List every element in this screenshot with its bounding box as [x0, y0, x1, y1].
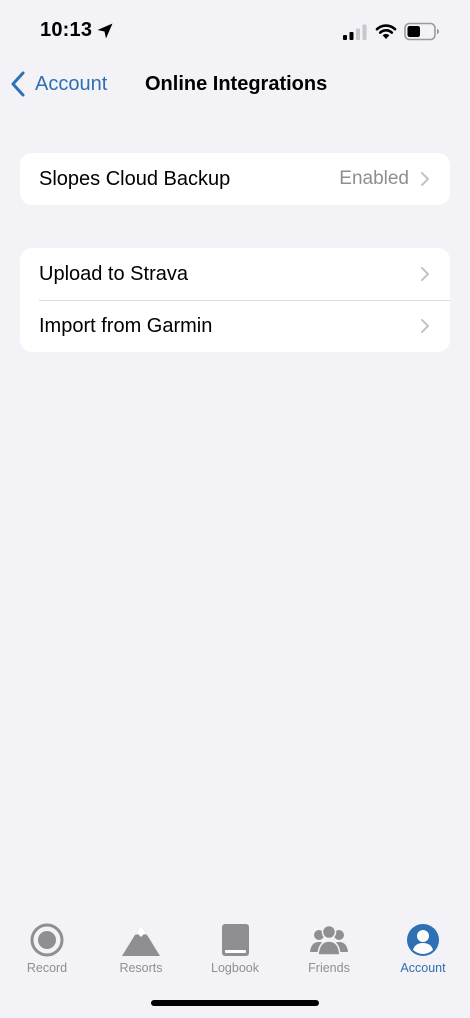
- row-value: Enabled: [339, 168, 409, 189]
- import-from-garmin-row[interactable]: Import from Garmin: [20, 300, 450, 352]
- status-time: 10:13: [40, 19, 93, 41]
- row-label: Upload to Strava: [39, 262, 188, 285]
- tab-account[interactable]: Account: [376, 922, 470, 980]
- page-title: Online Integrations: [145, 73, 328, 95]
- battery-icon: [404, 22, 439, 41]
- book-icon: [222, 924, 249, 956]
- record-icon: [30, 923, 64, 957]
- tab-friends[interactable]: Friends: [282, 922, 376, 980]
- mountain-icon: [122, 925, 160, 956]
- chevron-left-icon: [11, 71, 25, 97]
- chevron-right-icon: [421, 319, 429, 333]
- navigation-bar: Account Online Integrations: [0, 60, 470, 108]
- settings-group-integrations: Upload to Strava Import from Garmin: [20, 248, 450, 352]
- location-arrow-icon: [97, 23, 113, 39]
- chevron-right-icon: [421, 172, 429, 186]
- account-icon: [407, 924, 439, 956]
- wifi-icon: [375, 24, 397, 39]
- home-indicator[interactable]: [151, 1000, 319, 1006]
- status-bar: 10:13: [0, 0, 470, 60]
- row-label: Slopes Cloud Backup: [39, 167, 231, 190]
- tab-label: Logbook: [211, 961, 259, 975]
- chevron-right-icon: [421, 267, 429, 281]
- slopes-cloud-backup-row[interactable]: Slopes Cloud Backup Enabled: [20, 153, 450, 205]
- back-button-label: Account: [35, 72, 108, 95]
- tab-logbook[interactable]: Logbook: [188, 922, 282, 980]
- cellular-signal-icon: [343, 24, 367, 40]
- tab-record[interactable]: Record: [0, 922, 94, 980]
- back-button[interactable]: Account: [10, 70, 107, 98]
- friends-icon: [310, 924, 348, 956]
- settings-group-cloud: Slopes Cloud Backup Enabled: [20, 153, 450, 205]
- tab-label: Account: [400, 961, 446, 975]
- tab-resorts[interactable]: Resorts: [94, 922, 188, 980]
- tab-label: Record: [26, 961, 68, 975]
- tab-label: Resorts: [119, 961, 163, 975]
- row-label: Import from Garmin: [39, 314, 213, 337]
- upload-to-strava-row[interactable]: Upload to Strava: [20, 248, 450, 300]
- tab-label: Friends: [308, 961, 350, 975]
